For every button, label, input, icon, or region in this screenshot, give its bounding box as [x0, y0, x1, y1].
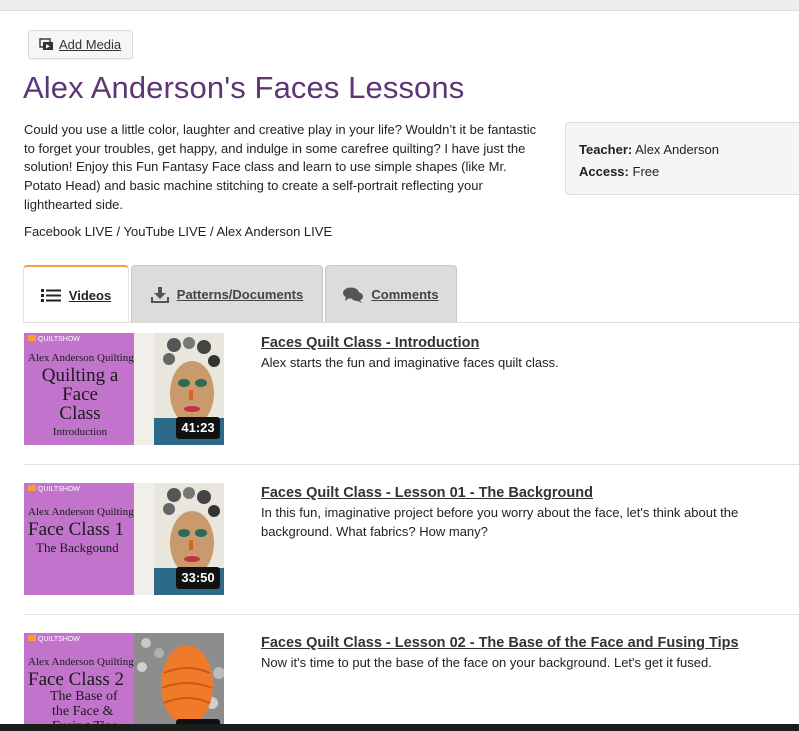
video-item: QUILTSHOW Alex Anderson Quilting Face Cl… [24, 633, 799, 731]
list-icon [40, 288, 61, 302]
download-icon [150, 286, 169, 303]
thumb-line: Face Class 1 [28, 519, 124, 540]
thumb-line: the Face & [52, 704, 114, 719]
thumb-brand: Alex Anderson Quilting [28, 352, 134, 364]
media-icon [39, 38, 53, 50]
comments-icon [343, 287, 364, 303]
tab-patterns-documents[interactable]: Patterns/Documents [131, 265, 323, 323]
access-label: Access: [579, 164, 629, 179]
access-row: Access: Free [579, 161, 799, 183]
content-tabs: Videos Patterns/Documents Comments [23, 265, 457, 323]
tab-videos[interactable]: Videos [23, 265, 129, 323]
thumb-logo: QUILTSHOW [38, 636, 80, 643]
access-value: Free [632, 164, 660, 179]
thumbnail-image: QUILTSHOW Alex Anderson Quilting Face Cl… [24, 483, 224, 595]
tab-comments-label: Comments [371, 287, 439, 302]
video-duration: 33:50 [181, 570, 214, 585]
video-title-link[interactable]: Faces Quilt Class - Lesson 01 - The Back… [261, 485, 593, 501]
tab-divider [23, 322, 799, 323]
video-separator [24, 464, 799, 465]
video-title-link[interactable]: Faces Quilt Class - Introduction [261, 335, 479, 351]
teacher-value: Alex Anderson [635, 142, 719, 157]
thumbnail-image: QUILTSHOW Alex Anderson Quilting Quiltin… [24, 333, 224, 445]
thumb-line: Quilting a [42, 365, 119, 386]
video-duration: 41:23 [181, 420, 214, 435]
thumbnail-image: QUILTSHOW Alex Anderson Quilting Face Cl… [24, 633, 224, 731]
teacher-label: Teacher: [579, 142, 633, 157]
tab-videos-label: Videos [68, 287, 112, 303]
video-thumbnail[interactable]: QUILTSHOW Alex Anderson Quilting Quiltin… [24, 333, 224, 445]
thumb-brand: Alex Anderson Quilting [28, 506, 134, 518]
browser-top-bar [0, 0, 799, 11]
thumb-line: The Base of [50, 689, 118, 704]
video-item: QUILTSHOW Alex Anderson Quilting Face Cl… [24, 483, 799, 595]
thumb-line: Introduction [53, 426, 108, 438]
course-description: Could you use a little color, laughter a… [24, 122, 537, 212]
video-separator [24, 614, 799, 615]
video-thumbnail[interactable]: QUILTSHOW Alex Anderson Quilting Face Cl… [24, 483, 224, 595]
teacher-row: Teacher: Alex Anderson [579, 139, 799, 161]
live-channels: Facebook LIVE / YouTube LIVE / Alex Ande… [24, 224, 333, 239]
video-description: Now it's time to put the base of the fac… [261, 655, 712, 670]
course-info-box: Teacher: Alex Anderson Access: Free [565, 122, 799, 195]
video-item: QUILTSHOW Alex Anderson Quilting Quiltin… [24, 333, 799, 445]
page-title: Alex Anderson's Faces Lessons [23, 70, 465, 105]
video-description: Alex starts the fun and imaginative face… [261, 355, 559, 370]
add-media-label: Add Media [59, 37, 122, 52]
thumb-line: Face [62, 384, 98, 405]
bottom-edge [0, 724, 799, 731]
video-description: In this fun, imaginative project before … [261, 505, 739, 539]
thumb-line: Class [59, 403, 100, 424]
add-media-button[interactable]: Add Media [28, 30, 134, 59]
video-title-link[interactable]: Faces Quilt Class - Lesson 02 - The Base… [261, 635, 739, 651]
thumb-line: The Backgound [36, 540, 119, 555]
tab-patterns-label: Patterns/Documents [176, 287, 304, 302]
tab-comments[interactable]: Comments [325, 265, 457, 323]
thumb-line: Face Class 2 [28, 669, 124, 690]
thumb-brand: Alex Anderson Quilting [28, 656, 134, 668]
video-thumbnail[interactable]: QUILTSHOW Alex Anderson Quilting Face Cl… [24, 633, 224, 731]
thumb-logo: QUILTSHOW [38, 486, 80, 493]
thumb-logo: QUILTSHOW [38, 336, 80, 343]
